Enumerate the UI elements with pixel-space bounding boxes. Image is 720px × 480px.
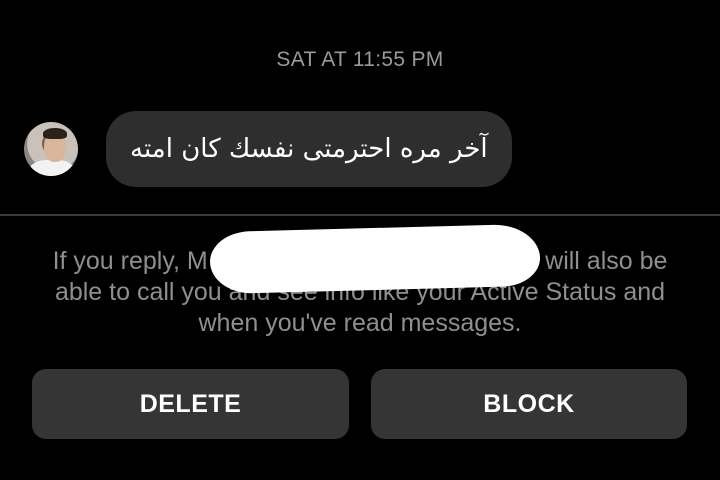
divider	[0, 214, 720, 216]
message-timestamp: SAT AT 11:55 PM	[276, 48, 444, 71]
delete-button[interactable]: DELETE	[32, 369, 349, 439]
block-button[interactable]: BLOCK	[371, 369, 687, 439]
redaction-mark-edge	[482, 236, 532, 266]
avatar-shirt	[30, 160, 74, 176]
message-bubble[interactable]: آخر مره احترمتى نفسك كان امته	[106, 111, 512, 187]
message-row: آخر مره احترمتى نفسك كان امته	[24, 110, 512, 188]
reply-notice-start: If you reply, M	[52, 247, 208, 275]
avatar[interactable]	[24, 122, 78, 176]
avatar-hair	[43, 128, 67, 139]
message-request-screen: SAT AT 11:55 PM آخر مره احترمتى نفسك كان…	[0, 0, 720, 480]
